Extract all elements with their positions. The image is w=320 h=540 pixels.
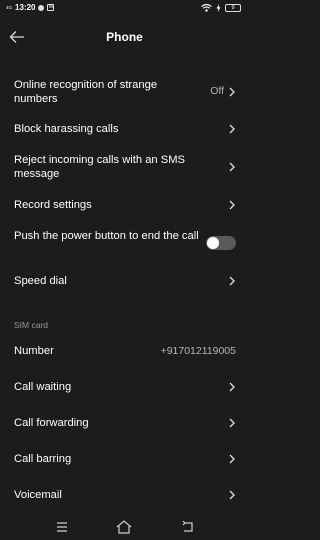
setting-reject-with-sms[interactable]: Reject incoming calls with an SMS messag… — [0, 150, 249, 184]
setting-label: Voicemail — [14, 489, 62, 501]
setting-label: Block harassing calls — [14, 123, 119, 135]
chevron-right-icon — [229, 490, 235, 500]
setting-call-forwarding[interactable]: Call forwarding — [0, 412, 249, 434]
network-indicator: 4G — [6, 5, 13, 10]
status-time: 13:20 — [15, 3, 36, 12]
status-right: 9 — [201, 4, 241, 12]
chevron-right-icon — [229, 200, 235, 210]
phone-number-value: +917012119005 — [160, 345, 236, 357]
toggle-knob — [207, 237, 219, 249]
page-title: Phone — [106, 30, 143, 44]
status-bar: 4G 13:20 M 9 — [0, 0, 249, 20]
back-icon[interactable] — [179, 518, 197, 536]
chevron-right-icon — [229, 276, 235, 286]
chevron-right-icon — [229, 418, 235, 428]
setting-value: Off — [210, 85, 224, 97]
setting-label: Call barring — [14, 453, 72, 465]
home-icon[interactable] — [115, 518, 133, 536]
setting-label: Online recognition of strange numbers — [14, 79, 158, 105]
chevron-right-icon — [229, 162, 235, 172]
chevron-right-icon — [229, 87, 235, 97]
setting-label: Call waiting — [14, 381, 72, 393]
status-left: 4G 13:20 M — [6, 3, 55, 12]
setting-speed-dial[interactable]: Speed dial — [0, 270, 249, 292]
setting-power-button-ends-call: Push the power button to end the call — [0, 226, 249, 260]
section-label-sim-card: SIM card — [14, 320, 49, 330]
setting-number[interactable]: Number +917012119005 — [0, 340, 249, 362]
setting-label: Reject incoming calls with an SMS messag… — [14, 154, 185, 180]
setting-label: Number — [14, 345, 54, 357]
setting-block-harassing-calls[interactable]: Block harassing calls — [0, 118, 249, 140]
battery-icon: 9 — [225, 4, 241, 12]
notification-icon — [38, 4, 45, 11]
setting-record-settings[interactable]: Record settings — [0, 194, 249, 216]
setting-voicemail[interactable]: Voicemail — [0, 484, 249, 506]
header: Phone — [0, 24, 249, 52]
charging-icon — [216, 4, 221, 12]
setting-call-waiting[interactable]: Call waiting — [0, 376, 249, 398]
setting-label: Record settings — [14, 199, 92, 211]
system-navigation-bar — [0, 514, 249, 540]
message-icon: M — [47, 4, 55, 11]
wifi-icon — [201, 4, 212, 12]
setting-label: Push the power button to end the call — [14, 230, 199, 242]
chevron-right-icon — [229, 124, 235, 134]
power-button-toggle[interactable] — [206, 236, 236, 250]
menu-icon[interactable] — [53, 518, 71, 536]
chevron-right-icon — [229, 382, 235, 392]
setting-online-recognition[interactable]: Online recognition of strange numbers Of… — [0, 76, 249, 110]
chevron-right-icon — [229, 454, 235, 464]
setting-label: Speed dial — [14, 275, 67, 287]
setting-label: Call forwarding — [14, 417, 89, 429]
setting-call-barring[interactable]: Call barring — [0, 448, 249, 470]
